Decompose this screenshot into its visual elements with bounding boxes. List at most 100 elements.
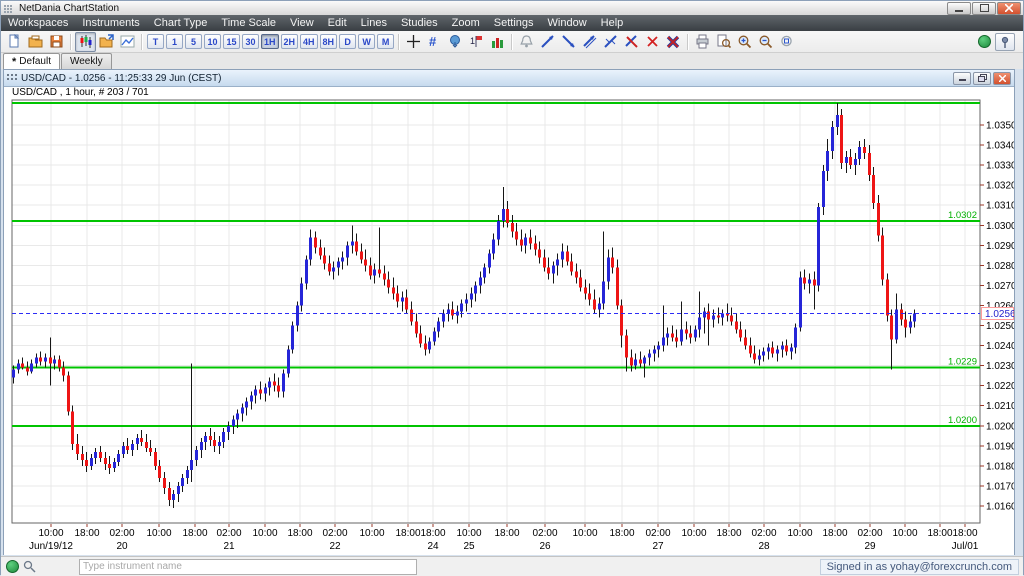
svg-text:18:00: 18:00 xyxy=(927,528,952,539)
chart-minimize-button[interactable] xyxy=(953,71,971,85)
svg-text:20: 20 xyxy=(116,541,128,552)
timeframe-2h-button[interactable]: 2H xyxy=(280,34,299,49)
menu-settings[interactable]: Settings xyxy=(487,15,541,31)
svg-text:29: 29 xyxy=(864,541,876,552)
print-preview-icon xyxy=(717,34,732,49)
level-label: 1.0229 xyxy=(948,357,977,368)
svg-text:02:00: 02:00 xyxy=(645,528,670,539)
search-icon xyxy=(23,560,36,573)
crosshair-icon xyxy=(407,35,421,48)
zoom-in-button[interactable] xyxy=(734,32,755,52)
candlestick-chart[interactable]: 1.0302 1.0229 1.0200 1.0350 1.0340 1.0330 1.03… xyxy=(4,87,1014,555)
regression-line-button[interactable] xyxy=(600,32,621,52)
app-icon xyxy=(4,3,15,14)
menu-lines[interactable]: Lines xyxy=(354,15,394,31)
menu-time-scale[interactable]: Time Scale xyxy=(214,15,283,31)
toolbar-separator xyxy=(511,33,514,50)
instrument-search-input[interactable] xyxy=(79,558,417,575)
menu-instruments[interactable]: Instruments xyxy=(75,15,146,31)
trend-line-button[interactable] xyxy=(537,32,558,52)
timeframe-m-button[interactable]: M xyxy=(377,34,395,49)
timeframe-1-button[interactable]: 1 xyxy=(166,34,183,49)
tab-default[interactable]: * Default xyxy=(3,53,60,69)
menu-edit[interactable]: Edit xyxy=(321,15,354,31)
svg-text:1.0256: 1.0256 xyxy=(985,309,1014,320)
titlebar: NetDania ChartStation xyxy=(1,1,1023,16)
chart-close-button[interactable] xyxy=(993,71,1011,85)
toolbar-separator xyxy=(398,33,401,50)
signed-in-label: Signed in as yohay@forexcrunch.com xyxy=(819,558,1019,575)
grid-icon: # xyxy=(429,34,437,49)
alert-bell-button[interactable] xyxy=(516,32,537,52)
candlestick-chart-mode-icon xyxy=(80,35,92,48)
menu-zoom[interactable]: Zoom xyxy=(445,15,487,31)
chart-window-titlebar[interactable]: USD/CAD - 1.0256 - 11:25:33 29 Jun (CEST… xyxy=(4,70,1014,87)
svg-text:18:00: 18:00 xyxy=(952,528,977,539)
regression-line-icon xyxy=(604,35,617,48)
save-workspace-button[interactable] xyxy=(46,32,67,52)
svg-text:28: 28 xyxy=(758,541,770,552)
menu-chart-type[interactable]: Chart Type xyxy=(147,15,215,31)
timeframe-w-button[interactable]: W xyxy=(358,34,376,49)
svg-text:1.0180: 1.0180 xyxy=(986,461,1014,472)
svg-text:10:00: 10:00 xyxy=(359,528,384,539)
price-label-button[interactable]: 1 xyxy=(466,32,487,52)
tab-weekly[interactable]: Weekly xyxy=(60,53,112,69)
maximize-icon xyxy=(979,4,989,12)
minimize-button[interactable] xyxy=(947,1,971,15)
zoom-reset-button[interactable] xyxy=(776,32,797,52)
timeframe-15-button[interactable]: 15 xyxy=(223,34,240,49)
trend-line-extended-button[interactable] xyxy=(558,32,579,52)
candlestick-chart-mode-button[interactable] xyxy=(75,31,96,52)
delete-all-lines-icon xyxy=(666,35,680,49)
trend-channel-button[interactable] xyxy=(579,32,600,52)
menu-help[interactable]: Help xyxy=(594,15,631,31)
svg-text:1.0210: 1.0210 xyxy=(986,401,1014,412)
chart-restore-button[interactable] xyxy=(973,71,991,85)
edit-lines-button[interactable] xyxy=(621,32,642,52)
line-chart-mode-button[interactable] xyxy=(117,32,138,52)
menu-window[interactable]: Window xyxy=(541,15,594,31)
new-workspace-button[interactable] xyxy=(4,32,25,52)
timeframe-30-button[interactable]: 30 xyxy=(242,34,259,49)
svg-text:18:00: 18:00 xyxy=(822,528,847,539)
delete-line-button[interactable] xyxy=(642,32,663,52)
chart-body: USD/CAD , 1 hour, # 203 / 701 1.0302 1.02… xyxy=(4,87,1014,555)
pin-toolbar-button[interactable] xyxy=(995,32,1015,51)
delete-all-lines-button[interactable] xyxy=(663,32,684,52)
open-workspace-button[interactable] xyxy=(25,32,46,52)
svg-text:1.0340: 1.0340 xyxy=(986,141,1014,152)
timeframe-d-button[interactable]: D xyxy=(339,34,357,49)
announcements-button[interactable] xyxy=(445,32,466,52)
zoom-out-button[interactable] xyxy=(755,32,776,52)
menu-view[interactable]: View xyxy=(283,15,321,31)
timeframe-4h-button[interactable]: 4H xyxy=(300,34,318,49)
svg-text:02:00: 02:00 xyxy=(216,528,241,539)
announcements-icon xyxy=(450,35,461,48)
timeframe-8h-button[interactable]: 8H xyxy=(319,34,338,49)
close-button[interactable] xyxy=(997,1,1021,15)
volume-bars-button[interactable] xyxy=(487,32,508,52)
crosshair-button[interactable] xyxy=(403,32,424,52)
tab-label: Weekly xyxy=(69,56,103,67)
print-preview-button[interactable] xyxy=(713,32,734,52)
new-chart-button[interactable] xyxy=(96,32,117,52)
svg-text:02:00: 02:00 xyxy=(532,528,557,539)
grid-button[interactable]: # xyxy=(424,32,445,52)
menu-studies[interactable]: Studies xyxy=(394,15,445,31)
maximize-button[interactable] xyxy=(972,1,996,15)
timeframe-10-button[interactable]: 10 xyxy=(204,34,221,49)
print-button[interactable] xyxy=(692,32,713,52)
tab-label: Default xyxy=(19,56,51,67)
menu-workspaces[interactable]: Workspaces xyxy=(1,15,75,31)
svg-text:1.0200: 1.0200 xyxy=(986,421,1014,432)
level-label: 1.0302 xyxy=(948,210,977,221)
svg-text:10:00: 10:00 xyxy=(146,528,171,539)
timeframe-1h-button[interactable]: 1H xyxy=(261,34,279,49)
timeframe-5-button[interactable]: 5 xyxy=(185,34,202,49)
menubar: Workspaces Instruments Chart Type Time Scal… xyxy=(1,15,1023,31)
window-grip-icon xyxy=(7,73,17,83)
pin-icon xyxy=(1001,36,1009,48)
timeframe-t-button[interactable]: T xyxy=(147,34,164,49)
new-workspace-icon xyxy=(9,34,20,48)
